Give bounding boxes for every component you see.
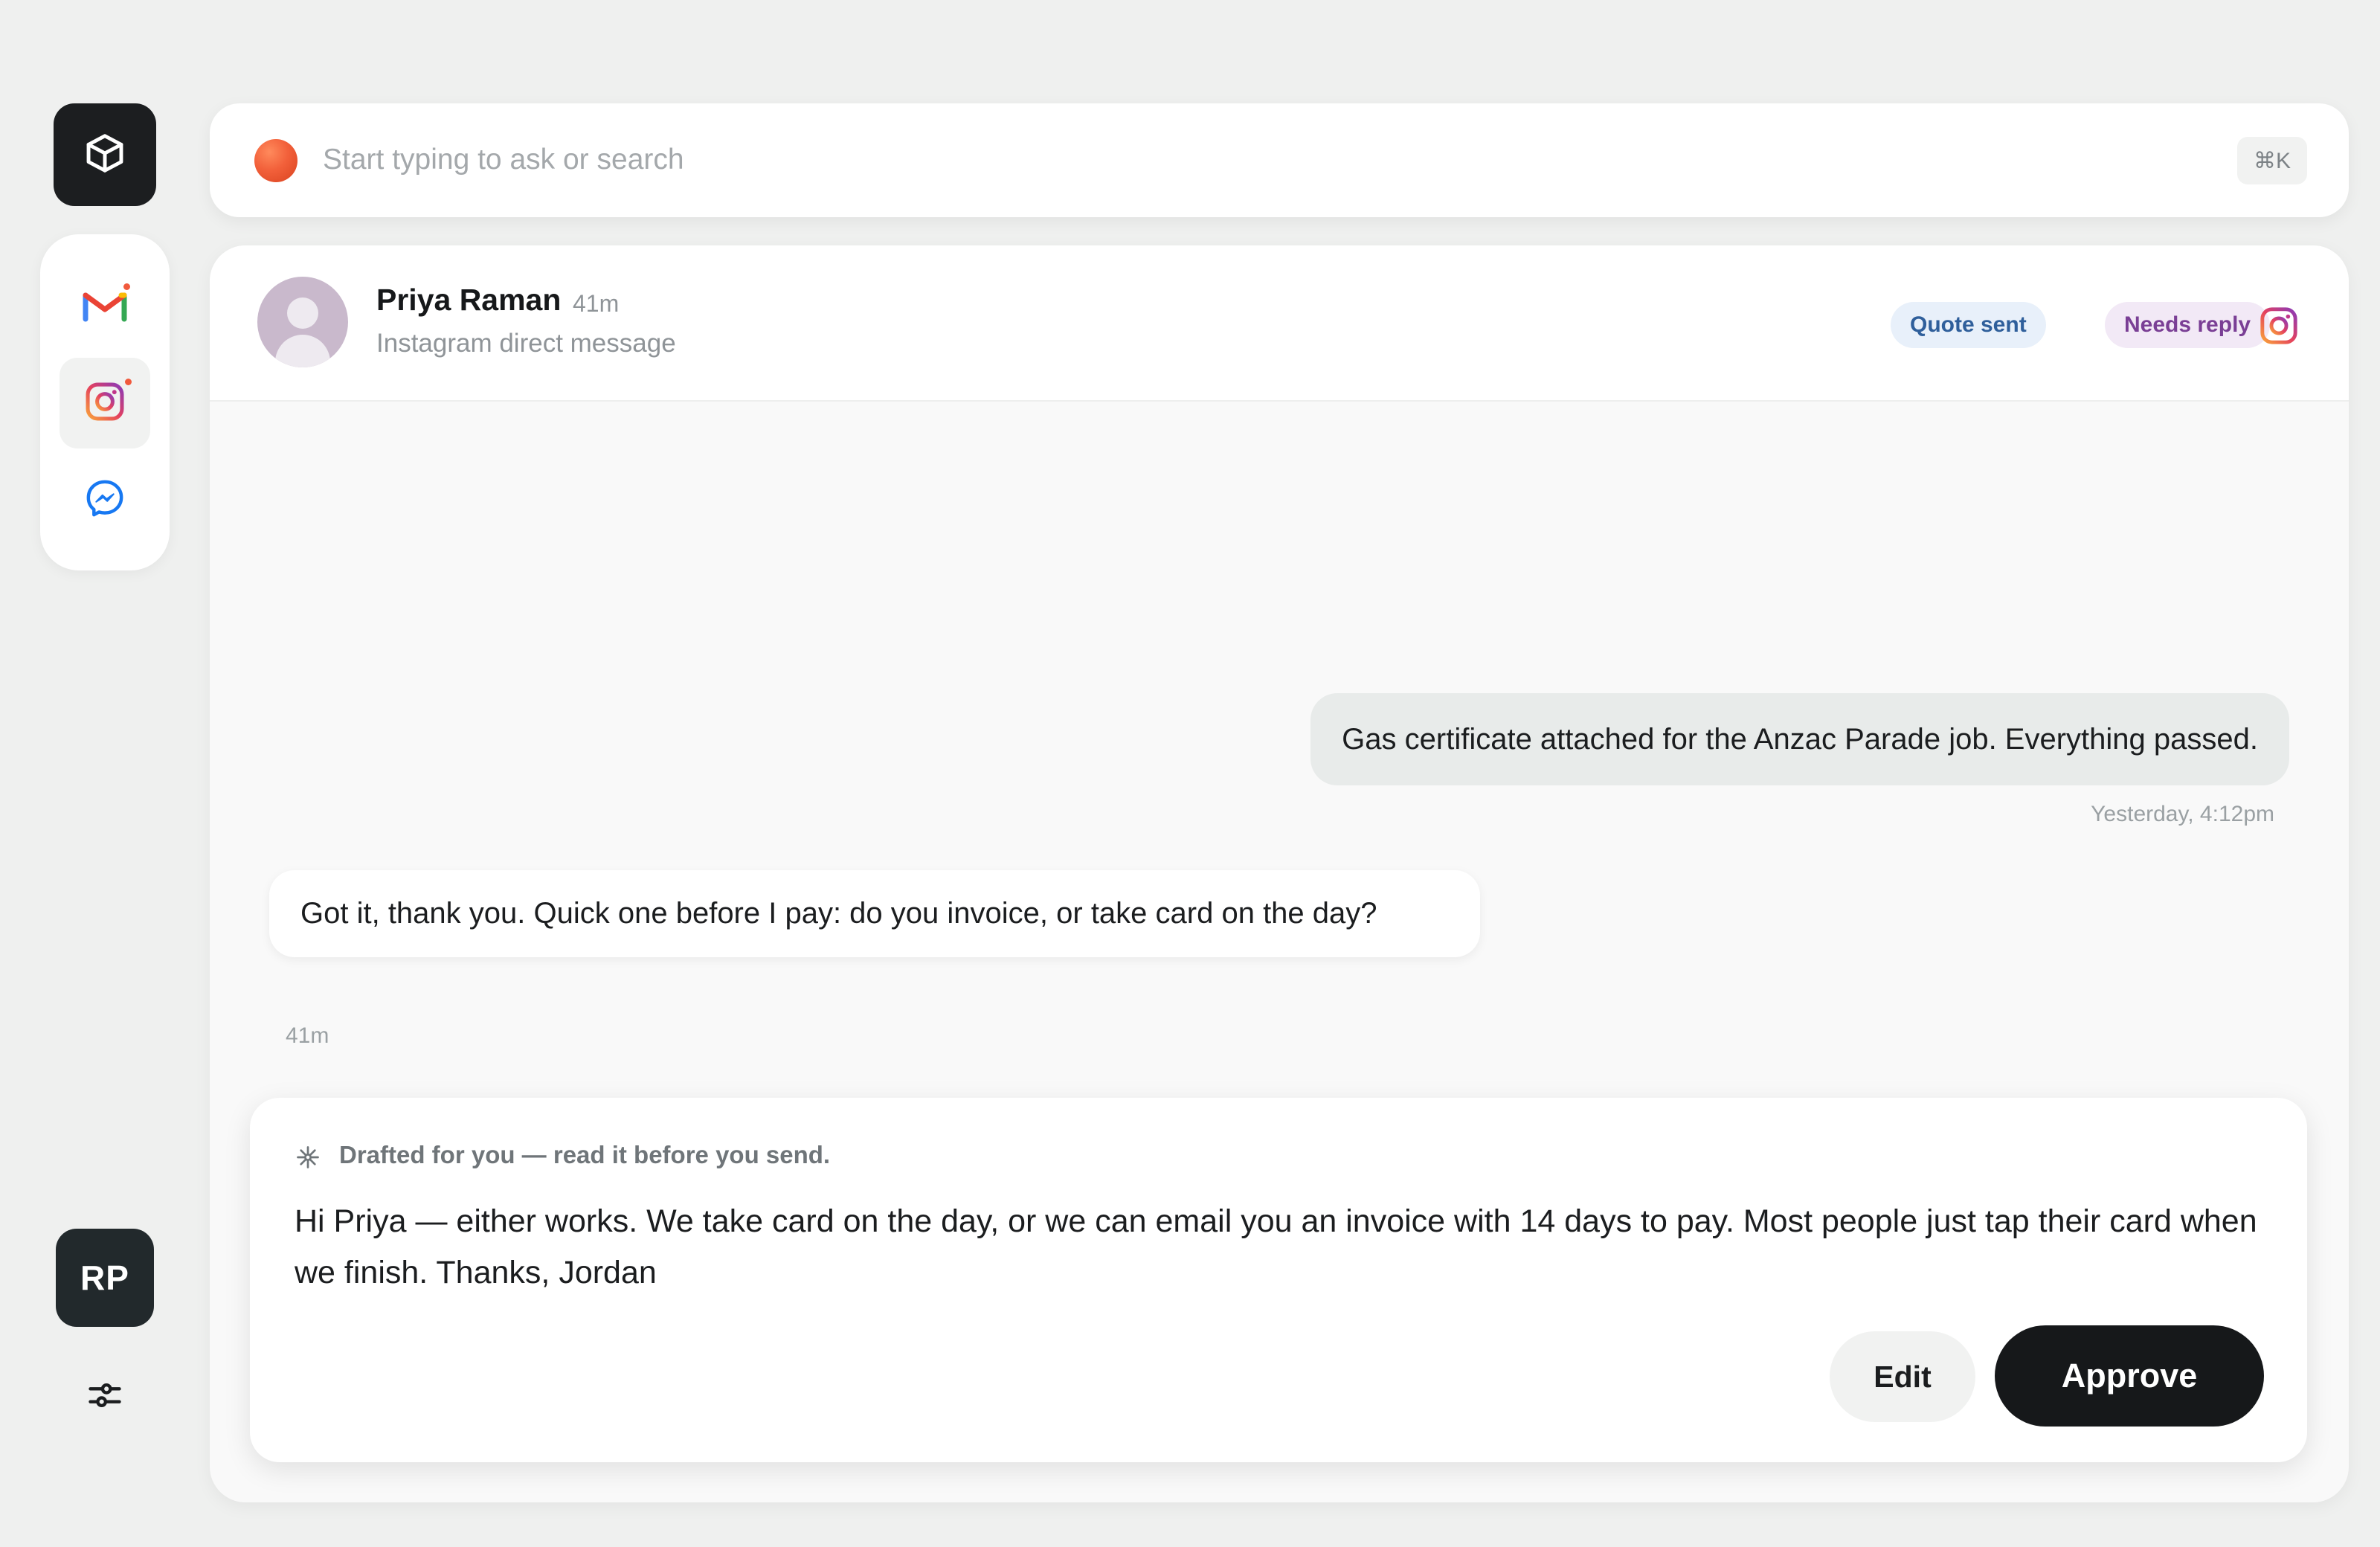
draft-reply-card: Drafted for you — read it before you sen… bbox=[250, 1098, 2307, 1462]
instagram-unread-dot bbox=[125, 379, 132, 385]
user-initials: RP bbox=[80, 1258, 129, 1297]
tag-needs-reply[interactable]: Needs reply bbox=[2105, 302, 2271, 348]
messenger-icon bbox=[84, 477, 126, 523]
edit-button[interactable]: Edit bbox=[1830, 1331, 1975, 1422]
draft-label: Drafted for you — read it before you sen… bbox=[339, 1141, 831, 1168]
draft-text[interactable]: Hi Priya — either works. We take card on… bbox=[295, 1196, 2258, 1299]
channel-gmail[interactable] bbox=[60, 261, 150, 352]
shortcut-hint: ⌘K bbox=[2236, 137, 2307, 184]
conversation-header: Priya Raman 41m Instagram direct message… bbox=[210, 245, 2349, 402]
contact-avatar[interactable] bbox=[257, 277, 348, 367]
message-bubble-outgoing[interactable]: Gas certificate attached for the Anzac P… bbox=[1310, 693, 2289, 785]
message-timestamp: 41m bbox=[286, 1023, 329, 1048]
tag-quote-sent[interactable]: Quote sent bbox=[1891, 302, 2046, 348]
message-timestamp: Yesterday, 4:12pm bbox=[2091, 802, 2274, 826]
contact-time-ago: 41m bbox=[573, 290, 620, 317]
contact-source: Instagram direct message bbox=[376, 329, 676, 358]
contact-name[interactable]: Priya Raman bbox=[376, 283, 561, 318]
instagram-icon[interactable] bbox=[2257, 303, 2301, 348]
channel-rail bbox=[40, 234, 170, 570]
search-bar: ⌘K bbox=[210, 103, 2349, 217]
gmail-unread-dot bbox=[123, 283, 130, 290]
sliders-icon bbox=[86, 1376, 124, 1418]
channel-messenger[interactable] bbox=[60, 454, 150, 545]
search-input[interactable] bbox=[323, 133, 2182, 187]
gmail-icon bbox=[83, 288, 127, 326]
cube-icon bbox=[82, 130, 128, 180]
user-avatar[interactable]: RP bbox=[56, 1229, 154, 1327]
instagram-icon bbox=[83, 380, 126, 427]
channel-instagram[interactable] bbox=[60, 358, 150, 448]
sparkle-icon bbox=[293, 1142, 323, 1172]
assistant-orb-icon[interactable] bbox=[254, 139, 298, 182]
message-bubble-incoming[interactable]: Got it, thank you. Quick one before I pa… bbox=[269, 870, 1480, 957]
app-logo[interactable] bbox=[54, 103, 156, 206]
settings-button[interactable] bbox=[80, 1372, 129, 1421]
conversation-panel: Priya Raman 41m Instagram direct message… bbox=[210, 245, 2349, 1502]
approve-button[interactable]: Approve bbox=[1995, 1325, 2264, 1427]
